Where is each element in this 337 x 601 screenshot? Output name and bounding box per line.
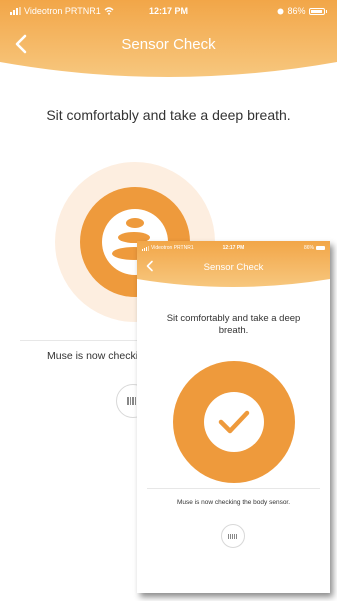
overlay-screenshot: Videotron PRTNR1 12:17 PM 86% Sensor Che… <box>137 241 330 593</box>
divider <box>147 488 320 489</box>
instruction-text: Sit comfortably and take a deep breath. <box>46 107 291 123</box>
overlay-back-button[interactable] <box>145 260 154 272</box>
headset-icon <box>228 534 237 539</box>
overlay-sensor-status-text: Muse is now checking the body sensor. <box>176 499 291 506</box>
checkmark-icon <box>218 410 250 434</box>
headset-icon <box>127 397 136 405</box>
status-time: 12:17 PM <box>222 245 245 251</box>
overlay-instruction-text: Sit comfortably and take a deep breath. <box>166 313 301 336</box>
overlay-headset-button[interactable] <box>221 524 245 548</box>
alarm-icon <box>277 8 284 14</box>
battery-percent: 86% <box>287 6 306 16</box>
page-title: Sensor Check <box>121 36 216 53</box>
overlay-page-title: Sensor Check <box>203 262 264 273</box>
status-bar: Videotron PRTNR1 12:17 PM 86% <box>0 0 337 22</box>
battery-icon <box>308 7 325 15</box>
signal-icon <box>10 7 21 15</box>
wifi-icon <box>104 7 114 15</box>
overlay-status-bar: Videotron PRTNR1 12:17 PM 86% <box>137 243 330 253</box>
carrier-name: Videotron PRTNR1 <box>24 6 101 16</box>
